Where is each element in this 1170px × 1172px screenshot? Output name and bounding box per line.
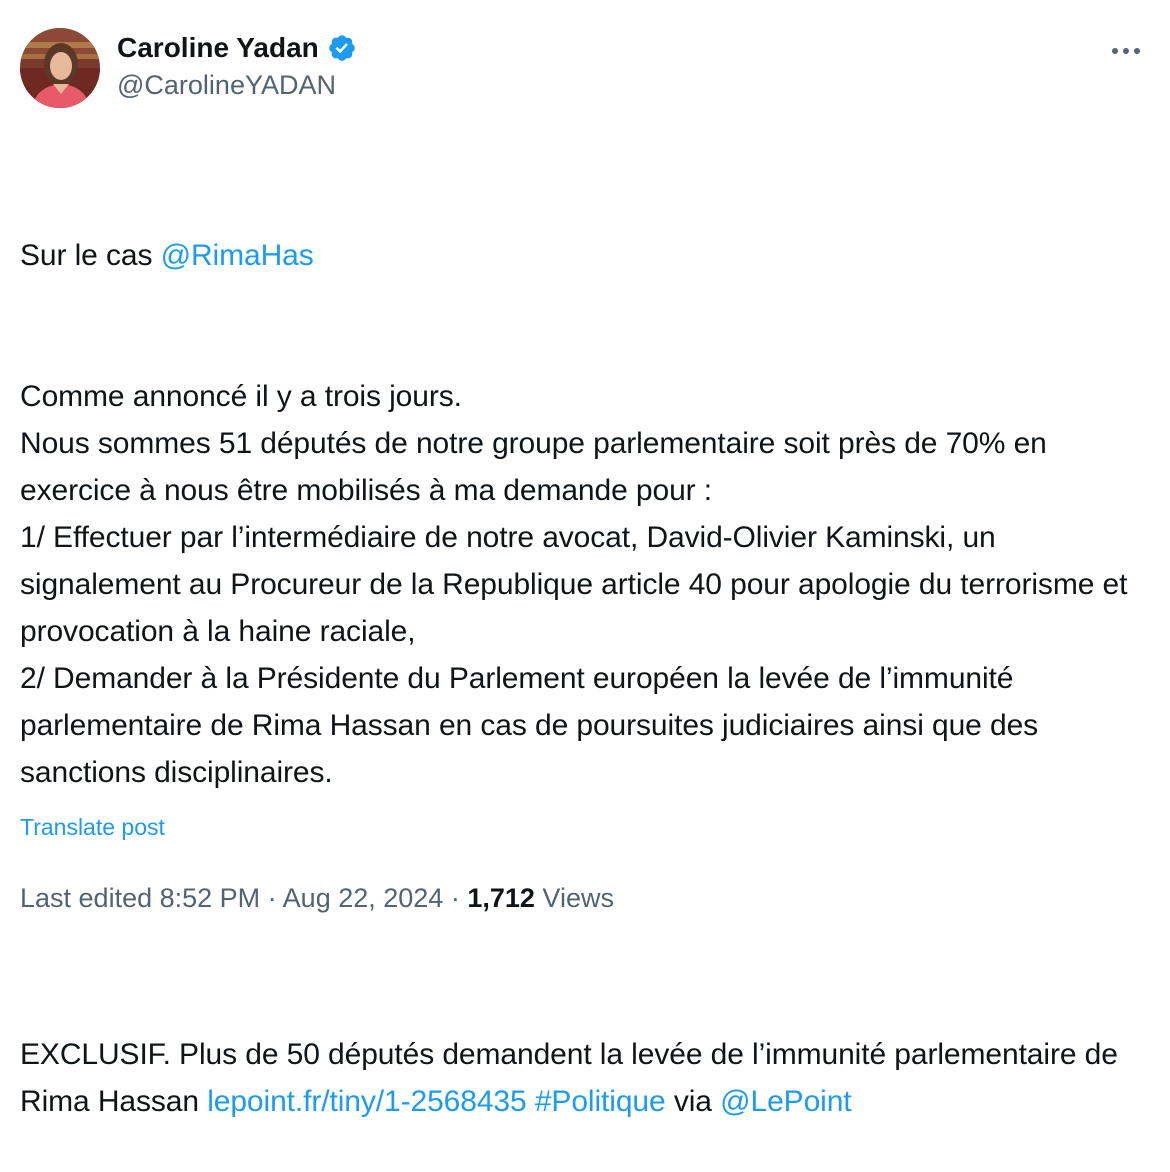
- mention-rimahas[interactable]: @RimaHas: [161, 239, 314, 272]
- tweet-body: Comme annoncé il y a trois jours. Nous s…: [20, 380, 1128, 789]
- hashtag-politique[interactable]: #Politique: [535, 1085, 666, 1118]
- author-names: Caroline Yadan @CarolineYADAN: [117, 28, 357, 101]
- verified-badge-icon[interactable]: [327, 33, 357, 63]
- views-label: Views: [542, 883, 614, 913]
- tweet-line-intro: Sur le cas @RimaHas: [20, 232, 1150, 279]
- intro-text: Sur le cas: [20, 239, 161, 272]
- tweet-article-line: EXCLUSIF. Plus de 50 députés demandent l…: [20, 1031, 1150, 1125]
- display-name[interactable]: Caroline Yadan: [117, 32, 319, 64]
- tweet-header: Caroline Yadan @CarolineYADAN: [20, 26, 1150, 110]
- article-link[interactable]: lepoint.fr/tiny/1-2568435: [207, 1085, 526, 1118]
- translate-post-link[interactable]: Translate post: [20, 814, 165, 841]
- views-count[interactable]: 1,712: [467, 883, 535, 913]
- avatar[interactable]: [20, 28, 100, 108]
- edited-time[interactable]: Last edited 8:52 PM: [20, 883, 260, 913]
- tweet-text: Sur le cas @RimaHas Comme annoncé il y a…: [20, 138, 1150, 1172]
- avatar-image: [20, 28, 100, 108]
- mention-lepoint[interactable]: @LePoint: [720, 1085, 852, 1118]
- meta-separator-2: ·: [443, 883, 468, 913]
- display-name-row: Caroline Yadan: [117, 28, 357, 68]
- tweet-meta: Last edited 8:52 PM · Aug 22, 2024 · 1,7…: [20, 883, 614, 914]
- via-text: via: [665, 1085, 721, 1118]
- post-date[interactable]: Aug 22, 2024: [283, 883, 444, 913]
- more-options-icon[interactable]: [1106, 36, 1146, 66]
- meta-separator: ·: [260, 883, 283, 913]
- author-handle[interactable]: @CarolineYADAN: [117, 70, 357, 101]
